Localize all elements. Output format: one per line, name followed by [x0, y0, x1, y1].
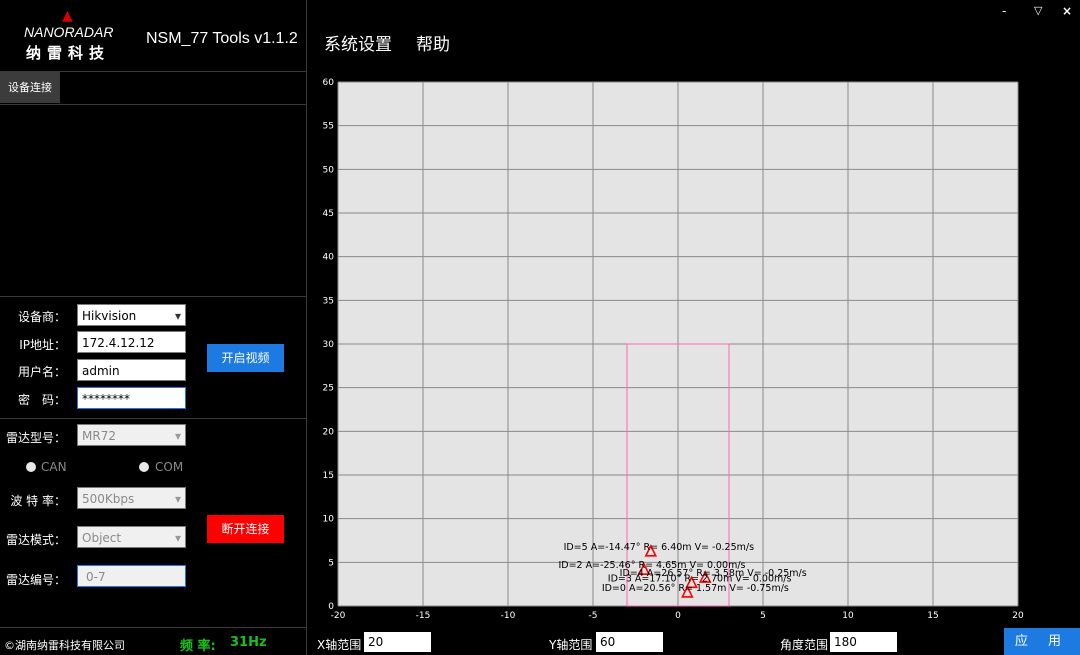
y-tick-label: 10 — [323, 515, 335, 525]
divider — [0, 418, 306, 419]
password-input[interactable]: ******** — [77, 387, 186, 409]
x-tick-label: -10 — [501, 611, 516, 621]
can-radio[interactable] — [26, 462, 36, 472]
menu-system-settings[interactable]: 系统设置 — [324, 30, 392, 55]
angle-range-input[interactable]: 180 — [830, 632, 897, 652]
ip-label: IP地址： — [19, 338, 66, 352]
close-icon[interactable]: × — [1062, 4, 1072, 18]
y-tick-label: 50 — [323, 165, 335, 175]
target-label: ID=0 A=20.56° R= 1.57m V= -0.75m/s — [602, 583, 789, 594]
apply-button[interactable]: 应 用 — [1004, 628, 1080, 655]
tab-device-connection[interactable]: 设备连接 — [0, 72, 60, 103]
x-tick-label: 0 — [675, 611, 681, 621]
open-video-button[interactable]: 开启视频 — [207, 344, 284, 372]
y-tick-label: 60 — [323, 78, 335, 88]
com-radio[interactable] — [139, 462, 149, 472]
x-tick-label: -20 — [331, 611, 346, 621]
y-tick-label: 30 — [323, 340, 335, 350]
logo-cn: 纳雷科技 — [26, 44, 111, 62]
frequency-value: 31Hz — [230, 635, 267, 650]
y-tick-label: 0 — [328, 602, 334, 612]
y-tick-label: 40 — [323, 253, 335, 263]
angle-range-label: 角度范围 — [780, 638, 829, 652]
logo-word: NANORADAR — [24, 24, 114, 40]
can-label: CAN — [41, 460, 67, 474]
x-tick-label: 20 — [1012, 611, 1024, 621]
x-tick-label: 5 — [760, 611, 766, 621]
username-input[interactable]: admin — [77, 359, 186, 381]
divider — [0, 296, 306, 297]
target-label: ID=5 A=-14.47° R= 6.40m V= -0.25m/s — [564, 542, 755, 553]
radar-plot: -20 -15 -10 -5 0 5 10 15 20 0 5 10 15 20 25 30 35 40 45 50 5… — [312, 72, 1080, 627]
panel-separator — [306, 0, 307, 655]
y-tick-label: 20 — [323, 427, 335, 437]
vendor-select[interactable]: Hikvision — [77, 304, 186, 327]
app-title: NSM_77 Tools v1.1.2 — [146, 30, 298, 47]
y-tick-label: 15 — [323, 471, 334, 481]
x-tick-label: -15 — [416, 611, 431, 621]
baud-select[interactable]: 500Kbps — [77, 487, 186, 510]
com-label: COM — [155, 460, 184, 474]
vendor-label: 设备商： — [17, 310, 66, 324]
y-tick-label: 5 — [328, 558, 334, 568]
maximize-icon[interactable]: ▽ — [1034, 4, 1042, 17]
ip-input[interactable]: 172.4.12.12 — [77, 331, 186, 353]
y-range-input[interactable]: 60 — [596, 632, 663, 652]
radar-mode-select[interactable]: Object — [77, 526, 186, 549]
radar-id-input[interactable]: 0-7 — [77, 565, 186, 587]
x-tick-label: 15 — [927, 611, 938, 621]
username-label: 用户名： — [17, 365, 66, 379]
frequency-label: 频 率: — [180, 639, 216, 654]
password-label: 密 码： — [17, 393, 66, 407]
baud-value: 500Kbps — [82, 492, 135, 506]
x-range-input[interactable]: 20 — [364, 632, 431, 652]
y-tick-label: 25 — [323, 384, 334, 394]
company-logo: ▲ NANORADAR 纳雷科技 — [18, 8, 118, 64]
x-tick-label: 10 — [842, 611, 854, 621]
radar-model-label: 雷达型号： — [5, 431, 66, 445]
radar-mode-value: Object — [82, 531, 122, 545]
disconnect-button[interactable]: 断开连接 — [207, 515, 284, 543]
logo-mark-icon: ▲ — [62, 8, 73, 24]
y-tick-label: 45 — [323, 209, 334, 219]
copyright-text: ©湖南纳雷科技有限公司 — [4, 639, 125, 652]
baud-label: 波 特 率： — [10, 494, 66, 508]
y-tick-label: 55 — [323, 122, 334, 132]
y-range-label: Y轴范围 — [549, 638, 593, 652]
radar-model-value: MR72 — [82, 429, 116, 443]
x-tick-label: -5 — [589, 611, 598, 621]
radar-mode-label: 雷达模式： — [5, 533, 66, 547]
radar-model-select[interactable]: MR72 — [77, 424, 186, 447]
radar-id-label: 雷达编号： — [5, 573, 66, 587]
x-range-label: X轴范围 — [317, 638, 362, 652]
y-tick-label: 35 — [323, 296, 334, 306]
minimize-icon[interactable]: - — [1002, 4, 1006, 18]
divider — [0, 627, 306, 628]
menu-help[interactable]: 帮助 — [416, 30, 450, 55]
vendor-value: Hikvision — [82, 309, 137, 323]
